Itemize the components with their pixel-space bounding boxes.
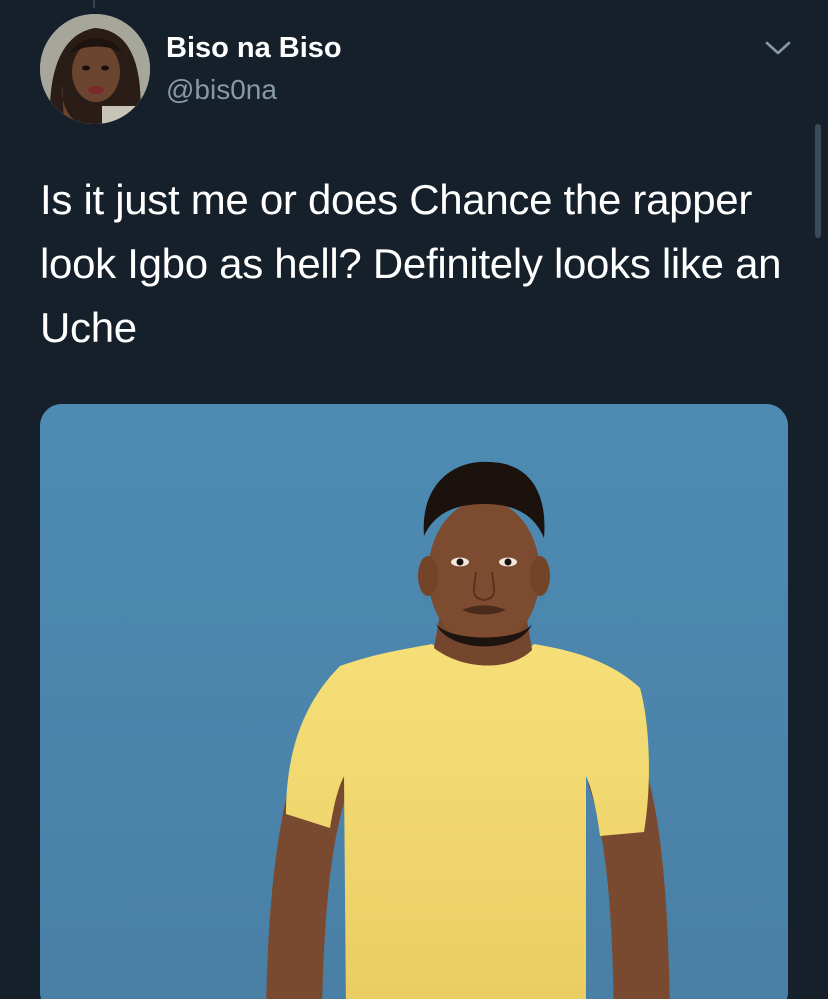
avatar-photo <box>40 14 150 124</box>
chevron-down-icon[interactable] <box>763 36 793 60</box>
tweet-text: Is it just me or does Chance the rapper … <box>40 176 782 351</box>
author-display-name[interactable]: Biso na Biso <box>166 30 342 66</box>
author-handle[interactable]: @bis0na <box>166 72 277 108</box>
avatar[interactable] <box>40 14 150 124</box>
photo <box>40 404 788 999</box>
tweet-media-image[interactable] <box>40 404 788 999</box>
thread-connector <box>93 0 95 8</box>
scrollbar[interactable] <box>815 124 821 238</box>
